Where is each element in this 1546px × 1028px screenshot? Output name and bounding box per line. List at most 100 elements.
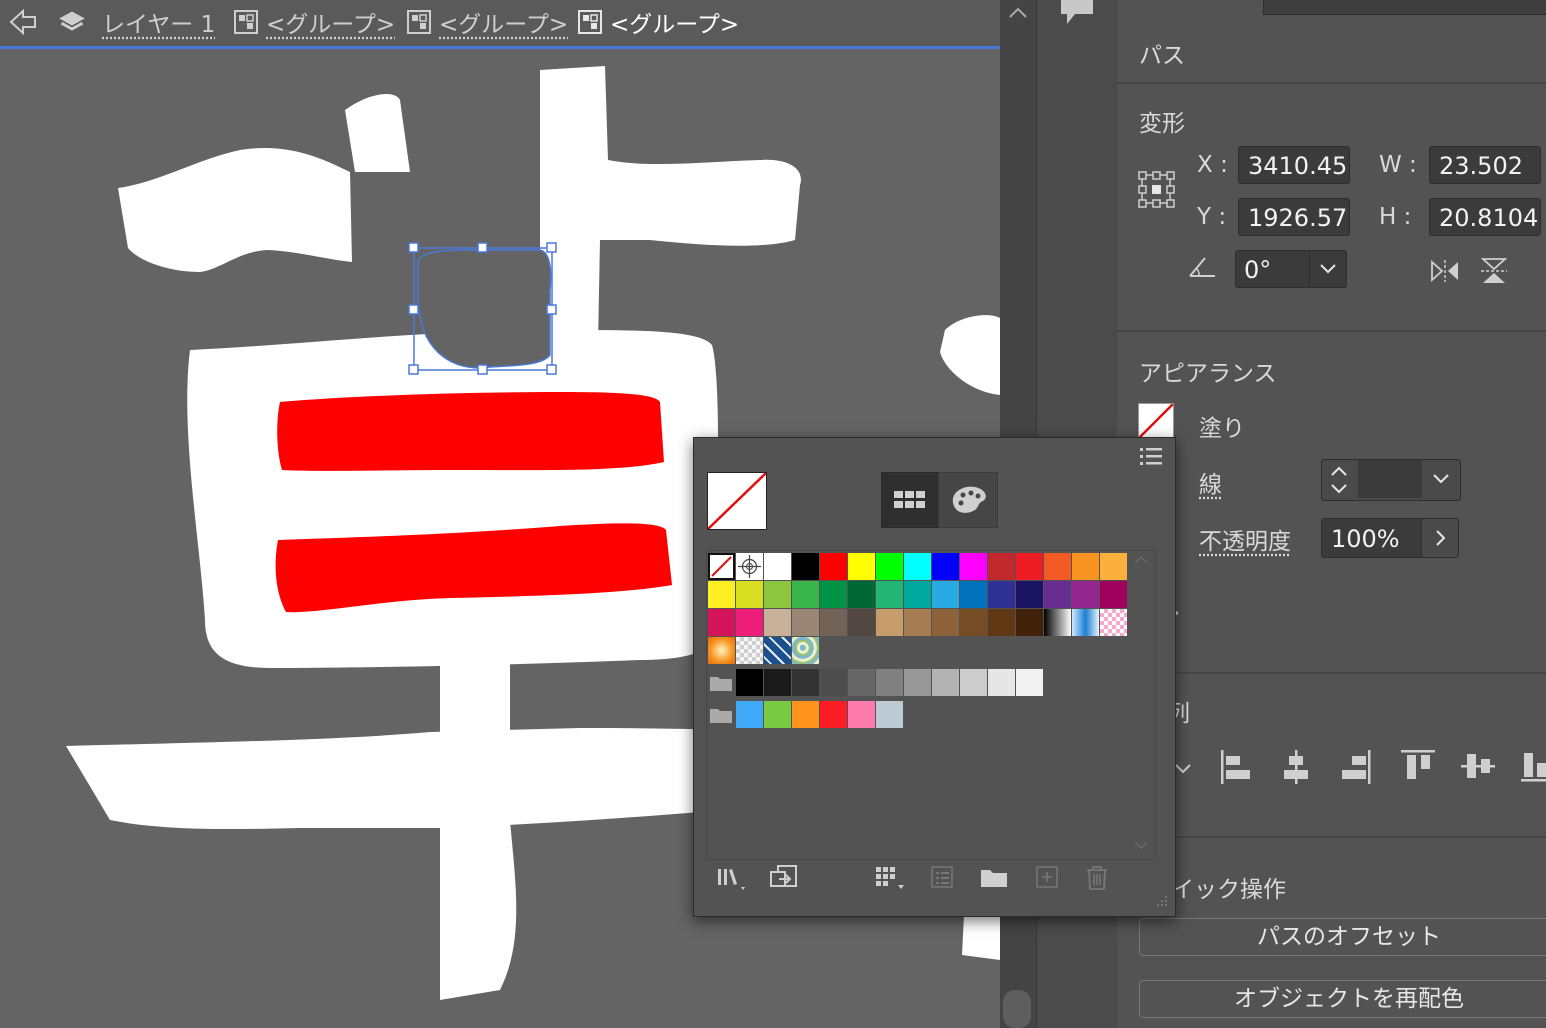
- swatch-gray[interactable]: [848, 669, 875, 696]
- recolor-artwork-button[interactable]: オブジェクトを再配色: [1139, 980, 1546, 1018]
- align-left-icon[interactable]: [1219, 748, 1253, 786]
- swatch[interactable]: [1016, 609, 1043, 636]
- swatch-view-icon[interactable]: [881, 472, 939, 528]
- breadcrumb-group-1[interactable]: <グループ>: [234, 6, 395, 38]
- fill-swatch[interactable]: [1138, 403, 1174, 439]
- align-bottom-icon[interactable]: [1519, 748, 1546, 784]
- swatch-group-color[interactable]: [876, 701, 903, 728]
- align-horizontal-center-icon[interactable]: [1279, 748, 1313, 786]
- breadcrumb-group-2[interactable]: <グループ>: [407, 6, 568, 38]
- swatch-gray[interactable]: [876, 669, 903, 696]
- swatch[interactable]: [708, 609, 735, 636]
- new-swatch-icon[interactable]: [1034, 863, 1060, 893]
- swatch[interactable]: [792, 637, 819, 664]
- swatch[interactable]: [764, 553, 791, 580]
- current-color-none[interactable]: [707, 472, 767, 530]
- swatch[interactable]: [1044, 581, 1071, 608]
- breadcrumb-layer[interactable]: レイヤー 1: [58, 6, 215, 38]
- swatch[interactable]: [876, 609, 903, 636]
- swatch[interactable]: [876, 581, 903, 608]
- panel-menu-icon[interactable]: [1138, 446, 1164, 466]
- stroke-weight-stepper[interactable]: [1321, 459, 1461, 501]
- breadcrumb-group-3[interactable]: <グループ>: [578, 6, 739, 38]
- swatch-group-color[interactable]: [764, 701, 791, 728]
- swatch[interactable]: [736, 637, 763, 664]
- new-color-group-icon[interactable]: [979, 863, 1009, 893]
- resize-grip-icon[interactable]: [1152, 893, 1170, 911]
- swatch[interactable]: [988, 553, 1015, 580]
- folder-icon[interactable]: [709, 674, 733, 692]
- swatch-gray[interactable]: [736, 669, 763, 696]
- swatch[interactable]: [988, 581, 1015, 608]
- swatch-libraries-icon[interactable]: [716, 863, 752, 893]
- swatch-group-color[interactable]: [848, 701, 875, 728]
- swatch[interactable]: [1072, 581, 1099, 608]
- swatch[interactable]: [764, 609, 791, 636]
- show-kinds-icon[interactable]: [874, 863, 910, 893]
- swatch-gray[interactable]: [1016, 669, 1043, 696]
- h-field[interactable]: 20.8104: [1429, 198, 1541, 236]
- swatch[interactable]: [1100, 581, 1127, 608]
- swatch-gray[interactable]: [988, 669, 1015, 696]
- align-top-icon[interactable]: [1399, 748, 1437, 784]
- swatch-gray[interactable]: [960, 669, 987, 696]
- swatch[interactable]: [708, 581, 735, 608]
- x-field[interactable]: 3410.45: [1238, 146, 1350, 184]
- chevron-down-icon[interactable]: [1424, 460, 1458, 498]
- swatch-none[interactable]: [708, 553, 735, 580]
- swatch[interactable]: [904, 553, 931, 580]
- chevron-down-icon[interactable]: [1309, 251, 1346, 287]
- opacity-label[interactable]: 不透明度: [1199, 522, 1291, 556]
- scrollbar-thumb[interactable]: [1003, 990, 1031, 1028]
- scroll-up-icon[interactable]: [1131, 553, 1151, 567]
- swatch[interactable]: [1100, 609, 1127, 636]
- swatch[interactable]: [932, 609, 959, 636]
- swatch[interactable]: [820, 609, 847, 636]
- delete-swatch-icon[interactable]: [1084, 863, 1110, 893]
- swatch[interactable]: [792, 609, 819, 636]
- scroll-down-icon[interactable]: [1131, 838, 1151, 852]
- swatch-options-icon[interactable]: [929, 863, 957, 893]
- swatch-gray[interactable]: [820, 669, 847, 696]
- chevron-down-icon[interactable]: [1173, 760, 1193, 776]
- swatch[interactable]: [904, 609, 931, 636]
- swatch[interactable]: [848, 581, 875, 608]
- flip-vertical-icon[interactable]: [1479, 256, 1509, 286]
- swatch[interactable]: [764, 637, 791, 664]
- swatch[interactable]: [820, 553, 847, 580]
- swatch[interactable]: [960, 553, 987, 580]
- align-right-icon[interactable]: [1339, 748, 1373, 786]
- swatch[interactable]: [820, 581, 847, 608]
- stepper-arrows-icon[interactable]: [1328, 464, 1350, 496]
- y-field[interactable]: 1926.57: [1238, 198, 1350, 236]
- swatch[interactable]: [1044, 553, 1071, 580]
- swatch-gray[interactable]: [764, 669, 791, 696]
- angle-dropdown[interactable]: 0°: [1235, 250, 1347, 288]
- swatch[interactable]: [848, 553, 875, 580]
- stroke-label[interactable]: 線: [1199, 465, 1222, 499]
- w-field[interactable]: 23.502: [1429, 146, 1541, 184]
- swatch[interactable]: [736, 581, 763, 608]
- offset-path-button[interactable]: パスのオフセット: [1139, 918, 1546, 956]
- swatch[interactable]: [988, 609, 1015, 636]
- chevron-right-icon[interactable]: [1421, 519, 1458, 557]
- swatch[interactable]: [960, 581, 987, 608]
- swatch[interactable]: [792, 553, 819, 580]
- place-swatch-icon[interactable]: [769, 863, 801, 893]
- swatch-group-color[interactable]: [792, 701, 819, 728]
- swatch[interactable]: [792, 581, 819, 608]
- align-vertical-center-icon[interactable]: [1459, 748, 1497, 784]
- swatch[interactable]: [1044, 609, 1071, 636]
- swatch-group-color[interactable]: [820, 701, 847, 728]
- swatch-gray[interactable]: [932, 669, 959, 696]
- swatch[interactable]: [876, 553, 903, 580]
- opacity-field[interactable]: 100%: [1321, 518, 1459, 558]
- flip-horizontal-icon[interactable]: [1429, 258, 1461, 284]
- swatch[interactable]: [932, 581, 959, 608]
- swatch[interactable]: [1072, 609, 1099, 636]
- swatch-gray[interactable]: [792, 669, 819, 696]
- back-arrow-icon[interactable]: [8, 6, 38, 38]
- folder-icon[interactable]: [709, 706, 733, 724]
- stroke-weight-input[interactable]: [1358, 460, 1422, 498]
- swatch-gray[interactable]: [904, 669, 931, 696]
